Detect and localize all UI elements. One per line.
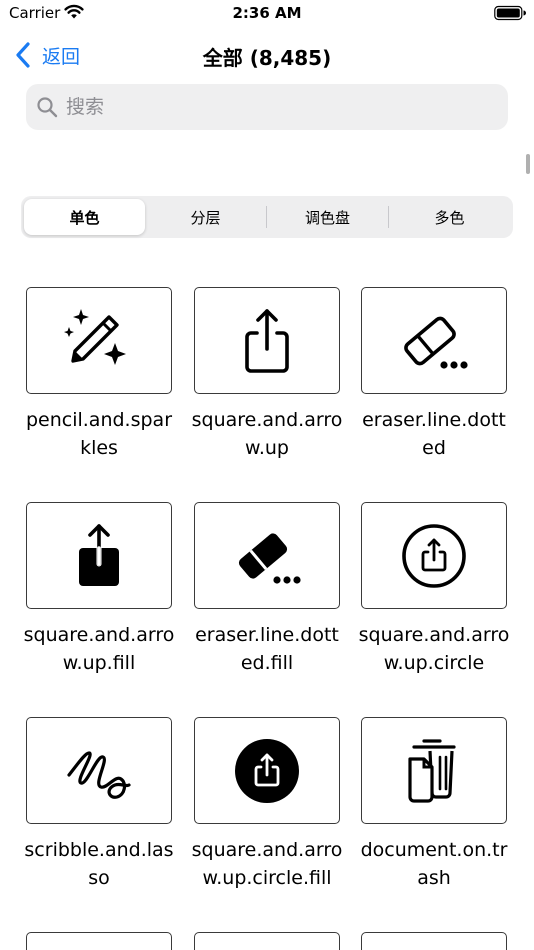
- symbol-name: square.and.arro w.up: [187, 406, 347, 462]
- symbol-name-line: kles: [80, 437, 118, 459]
- symbol-name: document.on.tr ash: [354, 836, 514, 892]
- symbol-name-line: square.and.arro: [191, 409, 343, 431]
- symbol-name: square.and.arro w.up.fill: [19, 621, 179, 677]
- symbol-tile[interactable]: [194, 717, 340, 824]
- symbol-cell-partial[interactable]: [19, 932, 179, 950]
- symbol-name-line: w.up: [245, 437, 289, 459]
- symbol-name-line: w.up.fill: [62, 652, 136, 674]
- symbol-cell-square-and-arrow-up[interactable]: square.and.arro w.up: [187, 287, 347, 462]
- symbol-tile[interactable]: [361, 502, 507, 609]
- symbol-name-line: square.and.arro: [358, 624, 510, 646]
- search-input[interactable]: [66, 96, 486, 118]
- symbol-tile[interactable]: [194, 932, 340, 950]
- pencil-sparkles-icon: [64, 308, 126, 365]
- segment-palette[interactable]: 调色盘: [267, 199, 388, 235]
- symbol-tile[interactable]: [361, 717, 507, 824]
- symbol-tile[interactable]: [26, 502, 172, 609]
- document-trash-icon: [408, 738, 456, 803]
- symbol-tile[interactable]: [26, 932, 172, 950]
- share-icon: [245, 308, 289, 373]
- share-circle-icon: [402, 523, 466, 588]
- symbol-cell-scribble-and-lasso[interactable]: scribble.and.las so: [19, 717, 179, 892]
- symbol-tile[interactable]: [194, 502, 340, 609]
- symbol-name: square.and.arro w.up.circle: [354, 621, 514, 677]
- symbol-cell-pencil-and-sparkles[interactable]: pencil.and.spar kles: [19, 287, 179, 462]
- symbol-cell-document-on-trash[interactable]: document.on.tr ash: [354, 717, 514, 892]
- symbol-name-line: w.up.circle.fill: [202, 867, 332, 889]
- symbol-cell-eraser-line-dotted[interactable]: eraser.line.dott ed: [354, 287, 514, 462]
- symbol-name-line: w.up.circle: [383, 652, 485, 674]
- symbol-cell-partial[interactable]: [354, 932, 514, 950]
- symbol-name-line: so: [88, 867, 110, 889]
- symbol-tile[interactable]: [361, 932, 507, 950]
- battery-icon: [494, 5, 526, 21]
- symbol-name-line: pencil.and.spar: [25, 409, 173, 431]
- eraser-dotted-icon: [404, 316, 468, 369]
- search-icon: [37, 97, 58, 118]
- symbol-name: square.and.arro w.up.circle.fill: [187, 836, 347, 892]
- symbol-name: eraser.line.dott ed.fill: [187, 621, 347, 677]
- symbol-name-line: eraser.line.dott: [195, 624, 339, 646]
- symbol-name-line: ed: [422, 437, 446, 459]
- symbol-tile[interactable]: [26, 717, 172, 824]
- navigation-bar: 返回 全部 (8,485): [0, 34, 534, 78]
- symbol-tile[interactable]: [26, 287, 172, 394]
- symbol-tile[interactable]: [194, 287, 340, 394]
- symbol-cell-square-and-arrow-up-circle[interactable]: square.and.arro w.up.circle: [354, 502, 514, 677]
- symbol-name-line: square.and.arro: [23, 624, 175, 646]
- segment-monochrome[interactable]: 单色: [24, 199, 145, 235]
- search-bar[interactable]: [26, 84, 508, 130]
- eraser-dotted-fill-icon: [238, 532, 301, 584]
- symbol-browser-screen: Carrier 2:36 AM 返回 全部 (8,485) 搜索 单色 分层 调…: [0, 0, 534, 950]
- status-bar: Carrier 2:36 AM: [0, 0, 534, 28]
- symbol-name-line: square.and.arro: [191, 839, 343, 861]
- clock: 2:36 AM: [232, 4, 302, 22]
- symbol-name-line: ash: [417, 867, 451, 889]
- scribble-lasso-icon: [67, 750, 131, 799]
- symbol-cell-partial[interactable]: [187, 932, 347, 950]
- symbol-cell-square-and-arrow-up-circle-fill[interactable]: square.and.arro w.up.circle.fill: [187, 717, 347, 892]
- symbol-name: scribble.and.las so: [19, 836, 179, 892]
- symbol-name-line: eraser.line.dott: [362, 409, 506, 431]
- symbol-name: eraser.line.dott ed: [354, 406, 514, 462]
- symbol-name: pencil.and.spar kles: [19, 406, 179, 462]
- symbol-name-line: document.on.tr: [360, 839, 508, 861]
- symbol-name-line: scribble.and.las: [24, 839, 174, 861]
- share-fill-icon: [79, 523, 119, 586]
- scroll-indicator[interactable]: [526, 154, 530, 174]
- symbol-tile[interactable]: [361, 287, 507, 394]
- segment-hierarchical[interactable]: 分层: [145, 199, 266, 235]
- symbol-cell-eraser-line-dotted-fill[interactable]: eraser.line.dott ed.fill: [187, 502, 347, 677]
- symbol-cell-square-and-arrow-up-fill[interactable]: square.and.arro w.up.fill: [19, 502, 179, 677]
- share-circle-fill-icon: [235, 738, 299, 803]
- segment-multicolor[interactable]: 多色: [389, 199, 510, 235]
- page-title: 全部 (8,485): [202, 46, 332, 70]
- symbol-name-line: ed.fill: [240, 652, 294, 674]
- rendering-mode-segmented-control: 单色 分层 调色盘 多色: [21, 196, 513, 238]
